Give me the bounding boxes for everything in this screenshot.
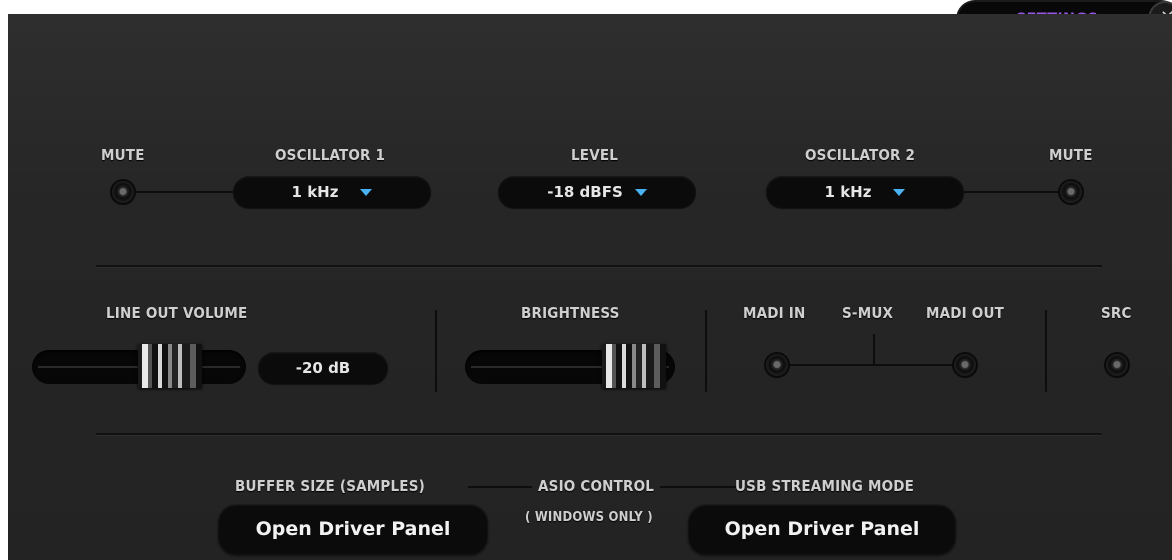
oscillator2-value: 1 kHz [824, 183, 872, 201]
src-label: SRC [1101, 304, 1132, 322]
madi-in-label: MADI IN [743, 304, 806, 322]
src-toggle[interactable] [1106, 354, 1128, 376]
smux-connector [873, 334, 875, 364]
mute-right-toggle[interactable] [1060, 181, 1082, 203]
mute-left-connector [123, 191, 243, 193]
madi-out-toggle[interactable] [954, 354, 976, 376]
level-label: LEVEL [571, 146, 619, 164]
line-out-volume-readout: -20 dB [258, 352, 388, 384]
madi-in-toggle[interactable] [766, 354, 788, 376]
level-value: -18 dBFS [547, 183, 623, 201]
line-out-volume-label: LINE OUT VOLUME [106, 304, 248, 322]
madi-out-label: MADI OUT [926, 304, 1005, 322]
madi-connector [778, 364, 964, 366]
oscillator2-label: OSCILLATOR 2 [805, 146, 916, 164]
chevron-down-icon [360, 188, 373, 196]
section-divider [435, 310, 437, 392]
chevron-down-icon [893, 188, 906, 196]
buffer-size-label: BUFFER SIZE (SAMPLES) [235, 477, 425, 495]
mute-right-label: MUTE [1049, 146, 1093, 164]
asio-connector-left [468, 486, 532, 488]
chevron-down-icon [634, 188, 647, 196]
open-driver-panel-button-right[interactable]: Open Driver Panel [688, 504, 956, 554]
mute-right-connector [958, 191, 1070, 193]
usb-streaming-mode-label: USB STREAMING MODE [735, 477, 915, 495]
asio-control-label: ASIO CONTROL [538, 477, 655, 495]
section-divider [1045, 310, 1047, 392]
oscillator1-label: OSCILLATOR 1 [275, 146, 386, 164]
smux-label: S-MUX [842, 304, 894, 322]
open-driver-panel-button-left[interactable]: Open Driver Panel [218, 504, 488, 554]
brightness-thumb[interactable] [602, 344, 666, 388]
mute-left-toggle[interactable] [112, 181, 134, 203]
section-divider [705, 310, 707, 392]
asio-connector-right [660, 486, 736, 488]
oscillator2-dropdown[interactable]: 1 kHz [766, 176, 964, 208]
mute-left-label: MUTE [101, 146, 145, 164]
level-dropdown[interactable]: -18 dBFS [498, 176, 696, 208]
line-out-volume-thumb[interactable] [138, 344, 202, 388]
oscillator1-value: 1 kHz [291, 183, 339, 201]
settings-panel: MUTE OSCILLATOR 1 LEVEL OSCILLATOR 2 MUT… [8, 14, 1172, 560]
section-divider [96, 265, 1102, 267]
windows-only-label: ( WINDOWS ONLY ) [525, 510, 653, 525]
oscillator1-dropdown[interactable]: 1 kHz [233, 176, 431, 208]
section-divider [96, 433, 1102, 435]
brightness-label: BRIGHTNESS [521, 304, 620, 322]
